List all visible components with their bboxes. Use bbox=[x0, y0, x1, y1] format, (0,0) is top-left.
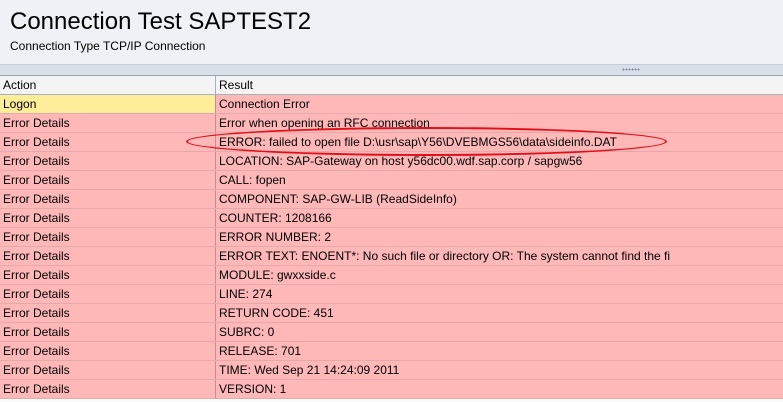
table-row[interactable]: Error Details CALL: fopen bbox=[0, 171, 783, 190]
result-cell[interactable]: ERROR: failed to open file D:\usr\sap\Y5… bbox=[216, 133, 783, 151]
result-cell[interactable]: CALL: fopen bbox=[216, 171, 783, 189]
action-cell[interactable]: Error Details bbox=[0, 342, 216, 360]
table-row[interactable]: Error Details LINE: 274 bbox=[0, 285, 783, 304]
result-cell[interactable]: Error when opening an RFC connection bbox=[216, 114, 783, 132]
action-cell[interactable]: Error Details bbox=[0, 247, 216, 265]
column-header-result[interactable]: Result bbox=[216, 76, 783, 94]
result-cell[interactable]: RETURN CODE: 451 bbox=[216, 304, 783, 322]
page-subtitle: Connection Type TCP/IP Connection bbox=[10, 39, 206, 53]
table-row[interactable]: Error Details SUBRC: 0 bbox=[0, 323, 783, 342]
result-cell[interactable]: LINE: 274 bbox=[216, 285, 783, 303]
action-cell[interactable]: Error Details bbox=[0, 380, 216, 398]
table-row[interactable]: Error Details TIME: Wed Sep 21 14:24:09 2… bbox=[0, 361, 783, 380]
table-row[interactable]: Error Details ERROR NUMBER: 2 bbox=[0, 228, 783, 247]
column-header-action[interactable]: Action bbox=[0, 76, 216, 94]
result-cell[interactable]: COMPONENT: SAP-GW-LIB (ReadSideInfo) bbox=[216, 190, 783, 208]
result-cell[interactable]: Connection Error bbox=[216, 95, 783, 113]
table-row[interactable]: Error Details ERROR TEXT: ENOENT*: No suc… bbox=[0, 247, 783, 266]
result-cell[interactable]: MODULE: gwxxside.c bbox=[216, 266, 783, 284]
result-cell[interactable]: VERSION: 1 bbox=[216, 380, 783, 398]
table-row[interactable]: Error Details Error when opening an RFC c… bbox=[0, 114, 783, 133]
action-cell[interactable]: Error Details bbox=[0, 304, 216, 322]
action-cell[interactable]: Error Details bbox=[0, 171, 216, 189]
action-cell[interactable]: Error Details bbox=[0, 152, 216, 170]
table-row[interactable]: Error Details MODULE: gwxxside.c bbox=[0, 266, 783, 285]
action-cell[interactable]: Error Details bbox=[0, 114, 216, 132]
action-cell[interactable]: Error Details bbox=[0, 361, 216, 379]
result-cell[interactable]: SUBRC: 0 bbox=[216, 323, 783, 341]
action-cell[interactable]: Error Details bbox=[0, 209, 216, 227]
result-cell[interactable]: LOCATION: SAP-Gateway on host y56dc00.wd… bbox=[216, 152, 783, 170]
action-cell[interactable]: Error Details bbox=[0, 266, 216, 284]
table-row[interactable]: Error Details COMPONENT: SAP-GW-LIB (Read… bbox=[0, 190, 783, 209]
action-cell[interactable]: Error Details bbox=[0, 133, 216, 151]
table-body: Logon Connection Error Error Details Error … bbox=[0, 95, 783, 399]
page-header: Connection Test SAPTEST2 Connection Type… bbox=[0, 0, 783, 64]
table-row[interactable]: Error Details COUNTER: 1208166 bbox=[0, 209, 783, 228]
result-cell[interactable]: ERROR TEXT: ENOENT*: No such file or dir… bbox=[216, 247, 783, 265]
table-row[interactable]: Error Details VERSION: 1 bbox=[0, 380, 783, 399]
result-cell[interactable]: TIME: Wed Sep 21 14:24:09 2011 bbox=[216, 361, 783, 379]
table-row[interactable]: Error Details ERROR: failed to open file … bbox=[0, 133, 783, 152]
table-row[interactable]: Error Details RELEASE: 701 bbox=[0, 342, 783, 361]
action-cell[interactable]: Error Details bbox=[0, 323, 216, 341]
result-table: Action Result Logon Connection Error Error… bbox=[0, 75, 783, 402]
result-cell[interactable]: COUNTER: 1208166 bbox=[216, 209, 783, 227]
table-header: Action Result bbox=[0, 76, 783, 95]
table-row[interactable]: Logon Connection Error bbox=[0, 95, 783, 114]
table-row[interactable]: Error Details RETURN CODE: 451 bbox=[0, 304, 783, 323]
page-title: Connection Test SAPTEST2 bbox=[10, 8, 312, 35]
result-cell[interactable]: ERROR NUMBER: 2 bbox=[216, 228, 783, 246]
table-row[interactable]: Error Details LOCATION: SAP-Gateway on ho… bbox=[0, 152, 783, 171]
action-cell[interactable]: Logon bbox=[0, 95, 216, 113]
action-cell[interactable]: Error Details bbox=[0, 228, 216, 246]
splitter-grip-icon[interactable] bbox=[622, 68, 640, 71]
result-cell[interactable]: RELEASE: 701 bbox=[216, 342, 783, 360]
panel-splitter[interactable] bbox=[0, 64, 783, 74]
action-cell[interactable]: Error Details bbox=[0, 190, 216, 208]
action-cell[interactable]: Error Details bbox=[0, 285, 216, 303]
